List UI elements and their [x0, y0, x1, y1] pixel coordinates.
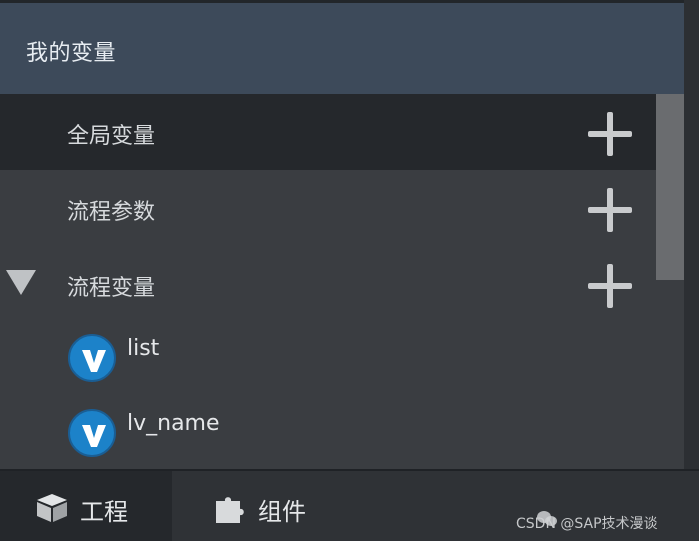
- expand-triangle-icon[interactable]: [6, 270, 36, 295]
- tab-components[interactable]: 组件: [172, 471, 502, 541]
- puzzle-icon: [214, 493, 246, 529]
- variable-v-icon: [68, 409, 116, 457]
- variable-item-lv-name[interactable]: lv_name: [68, 409, 628, 463]
- variable-label: list: [127, 336, 160, 361]
- variable-label: lv_name: [127, 411, 220, 436]
- variables-panel: 我的变量 全局变量 流程参数 流程变量 list lv_name 工程 组件 C…: [0, 0, 699, 541]
- tree-item-label: 流程参数: [67, 200, 156, 225]
- tree-item-flow-parameters[interactable]: 流程参数: [0, 170, 656, 246]
- tab-project[interactable]: 工程: [0, 471, 172, 541]
- cube-icon: [36, 493, 68, 527]
- scrollbar-thumb[interactable]: [656, 94, 684, 280]
- tree-item-label: 流程变量: [67, 276, 156, 301]
- plus-icon[interactable]: [588, 112, 632, 156]
- variable-item-list[interactable]: list: [68, 334, 628, 388]
- plus-icon[interactable]: [588, 188, 632, 232]
- tree-item-global-variables[interactable]: 全局变量: [0, 94, 656, 170]
- panel-title: 我的变量: [26, 41, 117, 66]
- plus-icon[interactable]: [588, 264, 632, 308]
- tree-item-label: 全局变量: [67, 124, 156, 149]
- wechat-icon: [536, 510, 558, 528]
- bottom-tab-bar: 工程 组件 CSDN @SAP技术漫谈: [0, 469, 699, 541]
- variable-v-icon: [68, 334, 116, 382]
- tab-label: 工程: [80, 498, 128, 526]
- tree-item-flow-variables[interactable]: 流程变量: [0, 246, 656, 322]
- right-edge: [684, 0, 699, 469]
- tab-label: 组件: [258, 498, 306, 526]
- panel-header: 我的变量: [0, 3, 685, 94]
- variable-tree: 全局变量 流程参数 流程变量 list lv_name: [0, 94, 684, 469]
